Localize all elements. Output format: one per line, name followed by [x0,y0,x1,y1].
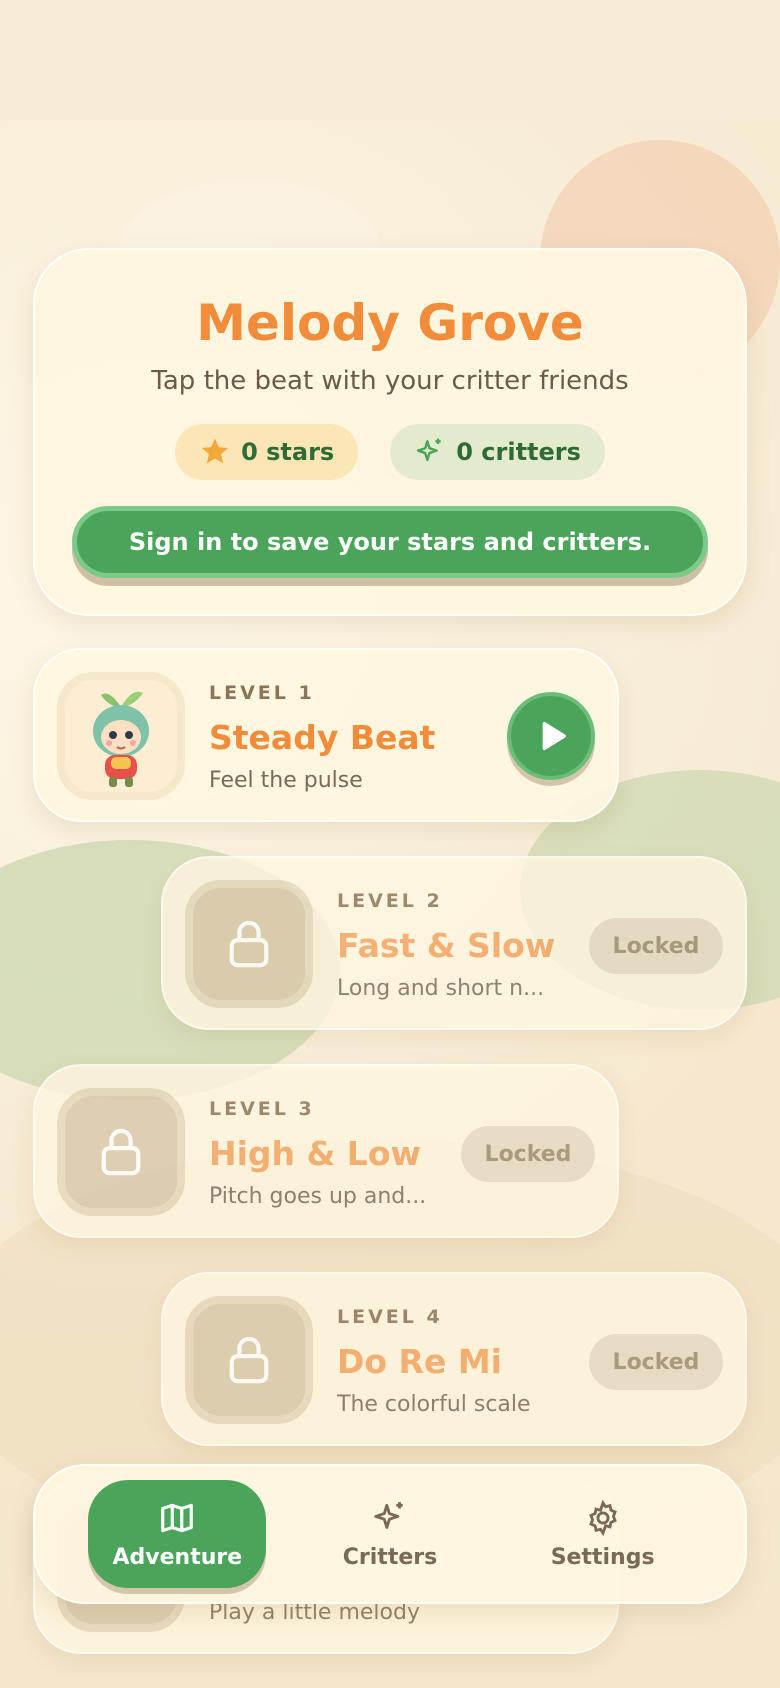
app-title: Melody Grove [196,294,584,352]
nav-label: Critters [342,1544,438,1570]
lock-icon [101,1128,141,1176]
level-name: Fast & Slow [337,926,556,965]
level-thumb-locked [57,1088,185,1216]
locked-badge: Locked [589,918,723,974]
critters-count: 0 critters [456,438,581,466]
level-thumb-locked [185,1296,313,1424]
play-button[interactable] [507,692,595,780]
level-desc: Feel the pulse [209,768,363,793]
locked-badge: Locked [589,1334,723,1390]
star-icon [202,438,229,464]
lock-icon [229,1336,269,1384]
level-name: Do Re Mi [337,1342,502,1381]
critter-avatar [57,672,185,800]
level-name: High & Low [209,1134,421,1173]
level-desc: Pitch goes up and... [209,1184,427,1209]
critters-chip: 0 critters [390,424,605,480]
level-card-2[interactable]: LEVEL 2 Fast & Slow Long and short n... … [161,856,747,1030]
nav-label: Adventure [112,1544,243,1570]
nav-label: Settings [550,1544,655,1570]
sparkle-icon [417,438,441,462]
nav-settings[interactable]: Settings [514,1480,692,1588]
status-bar [0,0,780,120]
level-tag: LEVEL 4 [337,1306,443,1328]
sign-in-button[interactable]: Sign in to save your stars and critters. [72,506,708,578]
level-name: Steady Beat [209,718,436,757]
level-desc: The colorful scale [337,1392,531,1417]
map-icon [161,1503,194,1532]
locked-badge: Locked [461,1126,595,1182]
bottom-nav: Adventure Critters Settings [33,1464,747,1604]
nav-adventure[interactable]: Adventure [88,1480,267,1588]
hero-card: Melody Grove Tap the beat with your crit… [33,248,747,616]
level-desc: Long and short n... [337,976,545,1001]
level-tag: LEVEL 3 [209,1098,315,1120]
sprout-critter-icon [93,691,149,787]
play-icon [542,721,566,751]
gear-icon [588,1499,617,1536]
app-subtitle: Tap the beat with your critter friends [151,366,629,396]
stars-chip: 0 stars [175,424,359,480]
lock-icon [229,920,269,968]
level-tag: LEVEL 1 [209,682,315,704]
level-thumb-locked [185,880,313,1008]
level-card-3[interactable]: LEVEL 3 High & Low Pitch goes up and... … [33,1064,619,1238]
level-card-1[interactable]: LEVEL 1 Steady Beat Feel the pulse [33,648,619,822]
stars-count: 0 stars [241,438,335,466]
level-tag: LEVEL 2 [337,890,443,912]
sparkle-icon [374,1501,403,1529]
level-card-4[interactable]: LEVEL 4 Do Re Mi The colorful scale Lock… [161,1272,747,1446]
nav-critters[interactable]: Critters [301,1480,479,1588]
